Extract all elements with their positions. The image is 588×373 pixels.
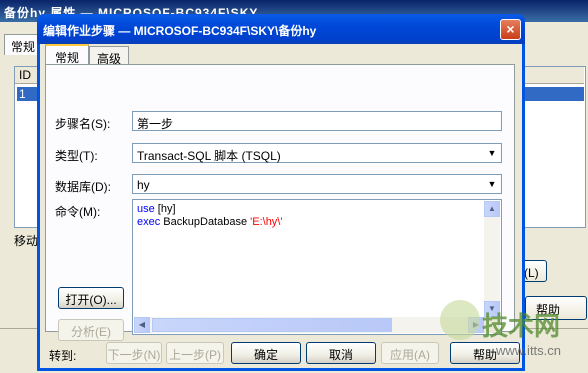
command-line-1: use [hy]	[137, 203, 176, 215]
database-label: 数据库(D):	[55, 180, 111, 194]
type-select[interactable]: Transact-SQL 脚本 (TSQL) ▼	[132, 143, 502, 163]
parse-button[interactable]: 分析(E)	[58, 319, 124, 341]
background-move-label: 移动	[14, 234, 39, 248]
command-label: 命令(M):	[55, 205, 101, 219]
ok-button-label: 确定	[253, 348, 278, 362]
command-line-2: exec BackupDatabase 'E:\hy\'	[137, 216, 283, 228]
open-button[interactable]: 打开(O)...	[58, 287, 124, 309]
list-row-id: 1	[19, 87, 26, 101]
list-header-id: ID	[19, 68, 31, 82]
close-icon[interactable]: ×	[500, 19, 521, 40]
cancel-button[interactable]: 取消	[306, 342, 376, 364]
tab-advanced[interactable]: 高级	[89, 46, 129, 66]
cancel-button-label: 取消	[328, 348, 353, 362]
database-select[interactable]: hy ▼	[132, 174, 502, 194]
dialog-titlebar[interactable]: 编辑作业步骤 — MICROSOF-BC934F\SKY\备份hy ×	[37, 14, 525, 44]
scroll-up-icon[interactable]: ▲	[484, 201, 500, 217]
watermark-logo-icon	[440, 300, 480, 340]
watermark-brand: 技术网	[482, 311, 561, 341]
prev-step-label: 上一步(P)	[169, 348, 221, 362]
ok-button[interactable]: 确定	[231, 342, 301, 364]
goto-label: 转到:	[49, 349, 77, 363]
step-name-input[interactable]: 第一步	[132, 111, 502, 131]
horizontal-scrollbar[interactable]: ◀ ▶	[134, 317, 484, 333]
step-name-label: 步骤名(S):	[55, 117, 111, 131]
open-button-label: 打开(O)...	[65, 293, 117, 307]
general-tab-panel: 步骤名(S): 第一步 类型(T): Transact-SQL 脚本 (TSQL…	[45, 64, 515, 341]
type-label: 类型(T):	[55, 149, 98, 163]
type-value: Transact-SQL 脚本 (TSQL)	[137, 149, 281, 163]
background-tab-label: 常规	[11, 40, 36, 54]
scroll-left-icon[interactable]: ◀	[134, 317, 150, 333]
chevron-down-icon[interactable]: ▼	[484, 176, 500, 192]
dialog-title: 编辑作业步骤 — MICROSOF-BC934F\SKY\备份hy	[43, 24, 317, 38]
scroll-thumb[interactable]	[152, 318, 392, 332]
apply-button-label: 应用(A)	[390, 348, 430, 362]
chevron-down-icon[interactable]: ▼	[484, 145, 500, 161]
database-value: hy	[137, 178, 150, 192]
next-step-label: 下一步(N)	[107, 348, 161, 362]
tab-general[interactable]: 常规	[45, 44, 89, 66]
parse-button-label: 分析(E)	[71, 325, 111, 339]
watermark-url: www.itts.cn	[496, 343, 562, 358]
vertical-scrollbar[interactable]: ▲ ▼	[484, 201, 500, 317]
apply-button[interactable]: 应用(A)	[381, 342, 439, 364]
next-step-button[interactable]: 下一步(N)	[106, 342, 162, 364]
step-name-value: 第一步	[137, 117, 174, 131]
prev-step-button[interactable]: 上一步(P)	[166, 342, 224, 364]
